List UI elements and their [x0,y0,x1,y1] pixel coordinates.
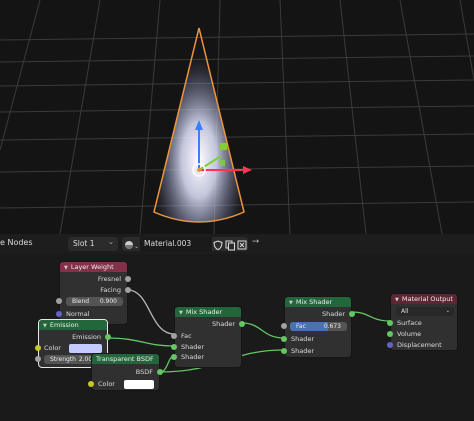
collapse-icon[interactable]: ▼ [179,310,183,316]
layer-weight-node[interactable]: ▼ Layer Weight Fresnel Facing Blend 0.900… [56,261,131,325]
link-emission-to-shader1 [107,337,175,347]
node-header[interactable]: ▼ Mix Shader [285,297,351,307]
input-displacement-label: Displacement [397,341,442,349]
input-normal-label: Normal [66,310,90,318]
node-header[interactable]: Transparent BSDF [92,354,159,364]
output-bsdf-label: BSDF [135,368,153,376]
target-dropdown[interactable]: All ⌄ [396,307,454,316]
input-color-socket[interactable] [35,345,41,351]
fac-slider[interactable]: Fac 0.673 [290,322,347,331]
input-shader2-socket[interactable] [171,354,177,360]
output-fresnel-label: Fresnel [97,275,121,283]
output-shader-label: Shader [321,310,345,318]
input-fac-label: Fac [181,332,192,340]
input-shader1-label: Shader [181,343,205,351]
node-title: Transparent BSDF [96,355,154,363]
collapse-icon[interactable]: ▼ [64,265,68,271]
3d-viewport[interactable] [0,0,474,234]
output-emission-label: Emission [72,333,101,341]
output-shader-socket[interactable] [239,321,245,327]
input-shader1-label: Shader [291,335,315,343]
transparent-bsdf-node[interactable]: Transparent BSDF BSDF Color [88,353,163,391]
collapse-icon[interactable]: ▼ [43,323,47,329]
input-surface-socket[interactable] [387,320,393,326]
input-surface-label: Surface [397,319,422,327]
blend-label: Blend [72,298,90,305]
mix-shader-node-2[interactable]: ▼ Mix Shader Shader Fac 0.673 Shader Shad… [281,296,355,358]
node-header[interactable]: ▼ Emission [39,320,107,330]
transparent-color-swatch[interactable] [124,380,154,389]
input-strength-socket[interactable] [35,356,41,362]
output-emission-socket[interactable] [105,334,111,340]
input-blend-socket[interactable] [56,298,62,304]
fac-value: 0.673 [323,323,341,330]
link-mix1-to-mix2 [241,322,285,339]
emission-color-swatch[interactable] [69,344,102,353]
input-fac-socket[interactable] [171,333,177,339]
shader-node-editor[interactable]: e Nodes Slot 1 ⌄ ⌄ Material.003 ➙ ▼ Laye… [0,234,474,421]
input-fac-socket[interactable] [281,323,287,329]
input-color-label: Color [44,344,61,352]
input-volume-label: Volume [397,330,422,338]
input-normal-socket[interactable] [56,311,62,317]
node-header[interactable]: ▼ Mix Shader [175,307,241,317]
output-shader-socket[interactable] [349,311,355,317]
node-header[interactable]: ▼ Material Output [391,294,457,304]
input-shader2-label: Shader [291,347,315,355]
viewport-scene [0,0,474,234]
collapse-icon[interactable]: ▼ [395,297,399,303]
link-facing-to-fac [127,289,175,335]
chevron-down-icon: ⌄ [445,308,450,314]
blend-value: 0.900 [99,298,117,305]
input-shader2-socket[interactable] [281,348,287,354]
input-volume-socket[interactable] [387,331,393,337]
node-header[interactable]: ▼ Layer Weight [60,262,127,272]
input-color-socket[interactable] [88,381,94,387]
output-facing-socket[interactable] [125,287,131,293]
input-shader1-socket[interactable] [281,336,287,342]
node-title: Material Output [401,295,453,303]
output-fresnel-socket[interactable] [125,276,131,282]
material-output-node[interactable]: ▼ Material Output All ⌄ Surface Volume Di… [387,293,458,351]
collapse-icon[interactable]: ▼ [289,300,293,306]
node-title: Layer Weight [70,263,114,271]
mix-shader-node-1[interactable]: ▼ Mix Shader Shader Fac Shader Shader [171,306,245,368]
fac-label: Fac [296,323,306,330]
output-facing-label: Facing [100,286,121,294]
node-title: Emission [49,321,79,329]
output-bsdf-socket[interactable] [157,369,163,375]
node-title: Mix Shader [295,298,333,306]
input-shader1-socket[interactable] [171,344,177,350]
node-title: Mix Shader [185,308,223,316]
strength-label: Strength [50,356,76,363]
blend-field[interactable]: Blend 0.900 [66,297,123,306]
link-mix2-to-surface [351,311,391,322]
output-shader-label: Shader [211,320,235,328]
input-color-label: Color [98,380,115,388]
scale-handle-icon [220,143,227,150]
input-shader2-label: Shader [181,353,205,361]
input-displacement-socket[interactable] [387,342,393,348]
target-value: All [401,308,409,315]
